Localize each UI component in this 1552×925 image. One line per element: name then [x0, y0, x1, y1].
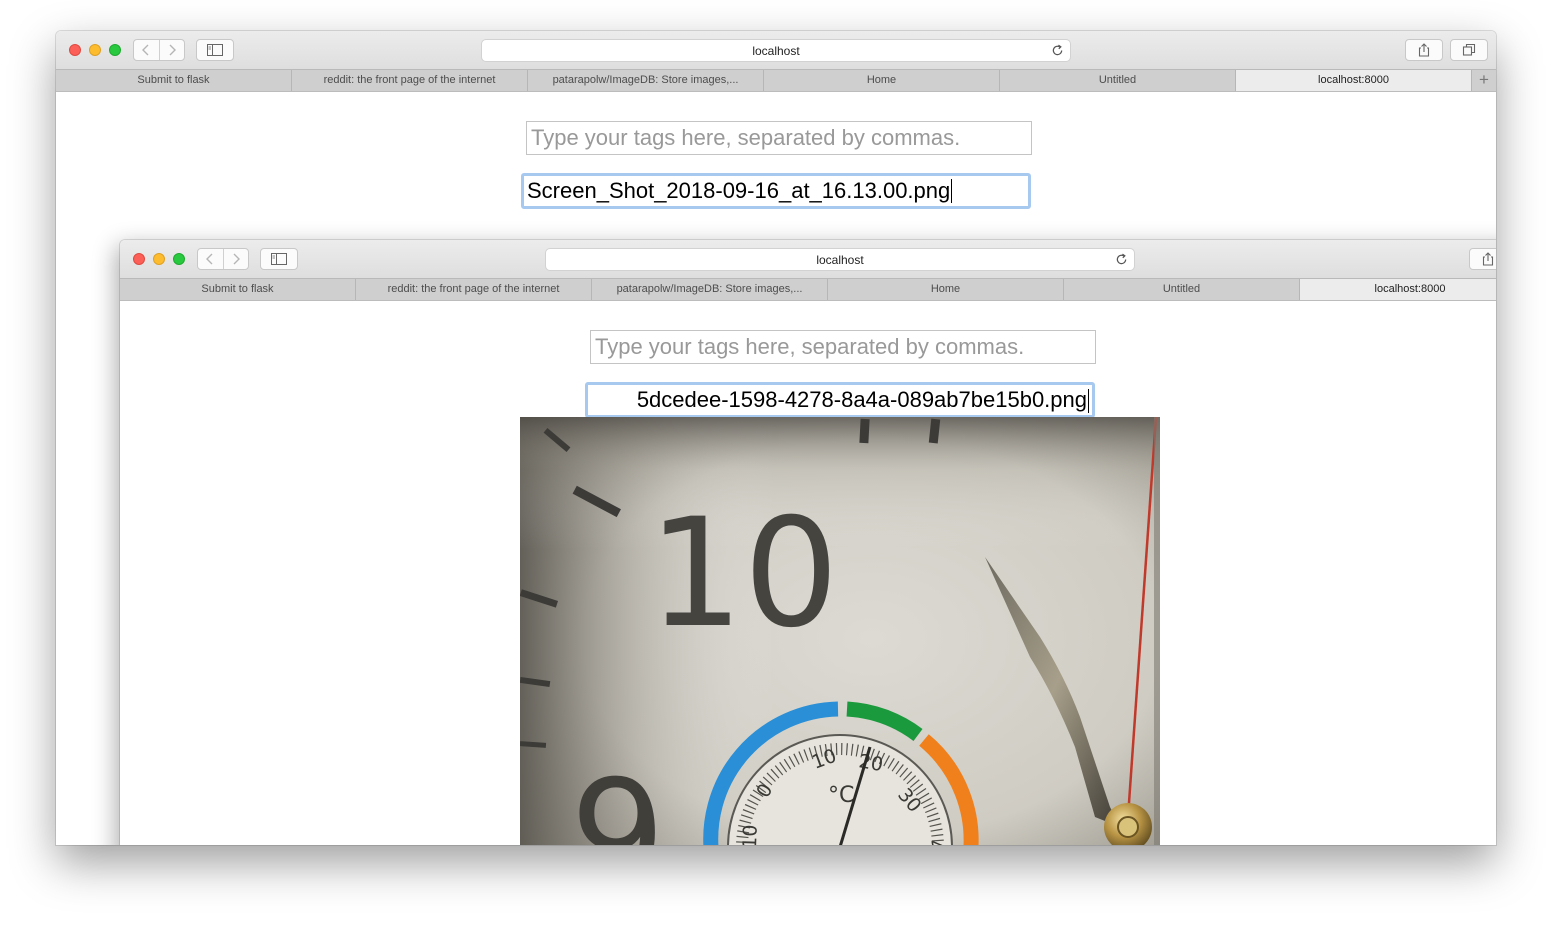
tabs-overview-icon	[1462, 43, 1476, 56]
inner-tab-bar: Submit to flask reddit: the front page o…	[120, 278, 1496, 301]
thermo-unit-label: °C	[828, 783, 854, 808]
clock-numeral-ten: 10	[648, 487, 839, 661]
back-button[interactable]	[198, 249, 223, 269]
tags-input[interactable]: Type your tags here, separated by commas…	[526, 121, 1032, 155]
reload-icon[interactable]	[1115, 253, 1128, 266]
file-name-input[interactable]: 5dcedee-1598-4278-8a4a-089ab7be15b0.png	[585, 382, 1095, 418]
chevron-right-icon	[169, 44, 176, 56]
share-button[interactable]	[1469, 248, 1496, 270]
uploaded-photo: 10 9 10 20 30 0 10 40	[520, 417, 1160, 845]
inner-browser-window: localhost Submit to flask reddit: the fr…	[120, 240, 1496, 845]
zoom-window-button[interactable]	[173, 253, 185, 265]
chevron-right-icon	[233, 253, 240, 265]
tags-input[interactable]: Type your tags here, separated by commas…	[590, 330, 1096, 364]
chevron-left-icon	[206, 253, 213, 265]
show-all-tabs-button[interactable]	[1450, 39, 1488, 61]
close-window-button[interactable]	[69, 44, 81, 56]
history-navigation	[197, 248, 249, 270]
share-icon	[1418, 43, 1430, 57]
close-window-button[interactable]	[133, 253, 145, 265]
tab-localhost-8000[interactable]: localhost:8000	[1236, 70, 1472, 91]
sidebar-toggle-button[interactable]	[260, 248, 298, 270]
clock-numeral-nine: 9	[570, 749, 665, 845]
zoom-window-button[interactable]	[109, 44, 121, 56]
back-button[interactable]	[134, 40, 159, 60]
outer-titlebar: localhost	[56, 31, 1496, 69]
address-text: localhost	[752, 44, 800, 58]
tab-imagedb-github[interactable]: patarapolw/ImageDB: Store images,...	[592, 279, 828, 300]
sidebar-icon	[271, 253, 287, 265]
outer-tab-bar: Submit to flask reddit: the front page o…	[56, 69, 1496, 92]
tab-reddit[interactable]: reddit: the front page of the internet	[356, 279, 592, 300]
clock-photo-image: 10 9 10 20 30 0 10 40	[520, 417, 1160, 845]
inner-titlebar: localhost	[120, 240, 1496, 278]
file-name-input[interactable]: Screen_Shot_2018-09-16_at_16.13.00.png	[521, 173, 1031, 209]
outer-browser-window: localhost Submit to flask reddit: the fr…	[56, 31, 1496, 845]
tab-reddit[interactable]: reddit: the front page of the internet	[292, 70, 528, 91]
forward-button[interactable]	[222, 249, 249, 269]
sidebar-icon	[207, 44, 223, 56]
share-icon	[1482, 252, 1494, 266]
inner-page-content: Type your tags here, separated by commas…	[120, 301, 1496, 845]
address-bar[interactable]: localhost	[545, 248, 1135, 271]
history-navigation	[133, 39, 185, 61]
reload-icon[interactable]	[1051, 44, 1064, 57]
text-caret	[951, 179, 953, 203]
address-text: localhost	[816, 253, 864, 267]
sidebar-toggle-button[interactable]	[196, 39, 234, 61]
share-button[interactable]	[1405, 39, 1443, 61]
file-name-value: 5dcedee-1598-4278-8a4a-089ab7be15b0.png	[636, 387, 1087, 412]
tab-untitled[interactable]: Untitled	[1000, 70, 1236, 91]
thermo-label-minus-10: 10	[739, 824, 762, 845]
new-tab-button[interactable]: +	[1472, 70, 1496, 91]
tab-imagedb-github[interactable]: patarapolw/ImageDB: Store images,...	[528, 70, 764, 91]
tab-submit-to-flask[interactable]: Submit to flask	[120, 279, 356, 300]
tab-submit-to-flask[interactable]: Submit to flask	[56, 70, 292, 91]
tab-home[interactable]: Home	[764, 70, 1000, 91]
minimize-window-button[interactable]	[153, 253, 165, 265]
tab-localhost-8000[interactable]: localhost:8000	[1300, 279, 1496, 300]
text-caret	[1088, 389, 1089, 413]
chevron-left-icon	[142, 44, 149, 56]
tab-home[interactable]: Home	[828, 279, 1064, 300]
tab-untitled[interactable]: Untitled	[1064, 279, 1300, 300]
address-bar[interactable]: localhost	[481, 39, 1071, 62]
minimize-window-button[interactable]	[89, 44, 101, 56]
file-name-value: Screen_Shot_2018-09-16_at_16.13.00.png	[527, 178, 951, 203]
forward-button[interactable]	[158, 40, 185, 60]
